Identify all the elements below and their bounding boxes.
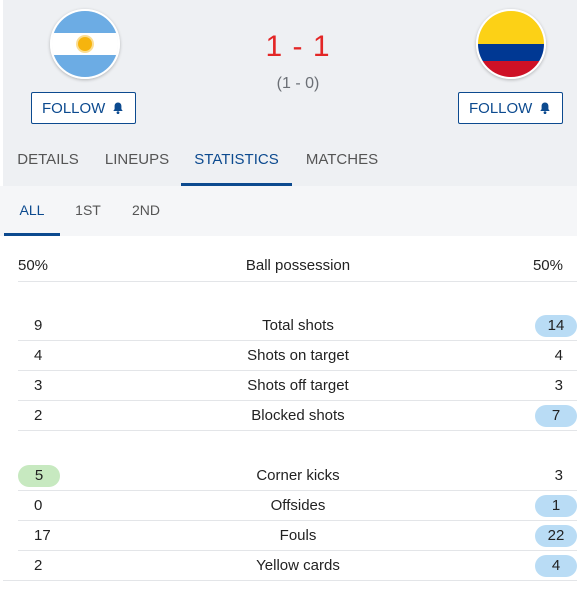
stat-row-shots-on-target: 4 Shots on target 4 [18,341,577,371]
home-value: 3 [18,371,68,401]
stat-row-total-shots: 9 Total shots 14 [18,311,577,341]
away-value: 14 [517,311,577,341]
away-value: 3 [517,371,577,401]
stat-name: Corner kicks [256,467,340,484]
tab-matches[interactable]: MATCHES [298,138,386,186]
stat-name: Shots on target [247,347,349,364]
away-value-badge: 4 [535,555,577,577]
subtab-2nd[interactable]: 2ND [118,186,174,236]
home-value: 2 [18,401,68,431]
subtab-all[interactable]: ALL [4,186,60,236]
follow-away-button[interactable]: FOLLOW [458,92,563,124]
argentina-flag-icon[interactable] [50,9,120,79]
home-value-text: 4 [34,347,43,364]
away-value-badge: 1 [535,495,577,517]
stat-row-ball-possession: 50% Ball possession 50% [18,251,577,281]
stat-name: Blocked shots [251,407,345,424]
home-value-text: 50% [18,257,49,274]
follow-away-label: FOLLOW [469,99,533,117]
away-value-text: 50% [532,257,563,274]
home-value: 5 [18,461,68,491]
match-score: 1 - 1 [265,30,331,63]
stat-name: Offsides [270,497,326,514]
period-tabs: ALL 1ST 2ND [0,186,577,236]
subtab-1st[interactable]: 1ST [62,186,114,236]
away-value: 7 [517,401,577,431]
match-tabs: DETAILS LINEUPS STATISTICS MATCHES [3,138,577,186]
away-value: 50% [517,251,577,281]
away-value: 1 [517,491,577,521]
tab-details[interactable]: DETAILS [3,138,93,186]
stat-row-corner-kicks: 5 Corner kicks 3 [18,461,577,491]
away-value-text: 3 [554,467,563,484]
colombia-flag-icon[interactable] [476,9,546,79]
tab-statistics[interactable]: STATISTICS [181,138,292,186]
follow-home-label: FOLLOW [42,99,106,117]
home-value-text: 9 [34,317,43,334]
away-value-text: 3 [554,377,563,394]
home-value: 2 [18,551,68,581]
stat-row-fouls: 17 Fouls 22 [18,521,577,551]
stat-row-offsides: 0 Offsides 1 [18,491,577,521]
away-value-text: 4 [554,347,563,364]
follow-home-button[interactable]: FOLLOW [31,92,136,124]
home-value: 17 [18,521,68,551]
away-value-badge: 7 [535,405,577,427]
away-value: 4 [517,341,577,371]
stat-name: Total shots [262,317,334,334]
away-value: 22 [517,521,577,551]
aggregate-score: (1 - 0) [276,75,320,92]
stat-name: Ball possession [245,257,351,274]
tab-lineups[interactable]: LINEUPS [95,138,179,186]
away-value-badge: 14 [535,315,577,337]
home-value-text: 2 [34,407,43,424]
bell-icon [540,102,550,114]
stat-name: Shots off target [247,377,349,394]
away-value-badge: 22 [535,525,577,547]
home-value-text: 2 [34,557,43,574]
home-value: 0 [18,491,68,521]
divider [18,281,577,282]
stat-row-shots-off-target: 3 Shots off target 3 [18,371,577,401]
bell-icon [113,102,123,114]
sun-of-may-icon [78,37,92,51]
home-value-badge: 5 [18,465,60,487]
stat-name: Yellow cards [256,557,340,574]
away-value: 3 [517,461,577,491]
home-value-text: 0 [34,497,43,514]
home-value-text: 3 [34,377,43,394]
home-value: 9 [18,311,68,341]
home-value: 4 [18,341,68,371]
stat-row-blocked-shots: 2 Blocked shots 7 [18,401,577,431]
home-value-text: 17 [34,527,51,544]
stat-name: Fouls [279,527,317,544]
home-value: 50% [18,251,68,281]
away-value: 4 [517,551,577,581]
stat-row-yellow-cards: 2 Yellow cards 4 [18,551,577,581]
